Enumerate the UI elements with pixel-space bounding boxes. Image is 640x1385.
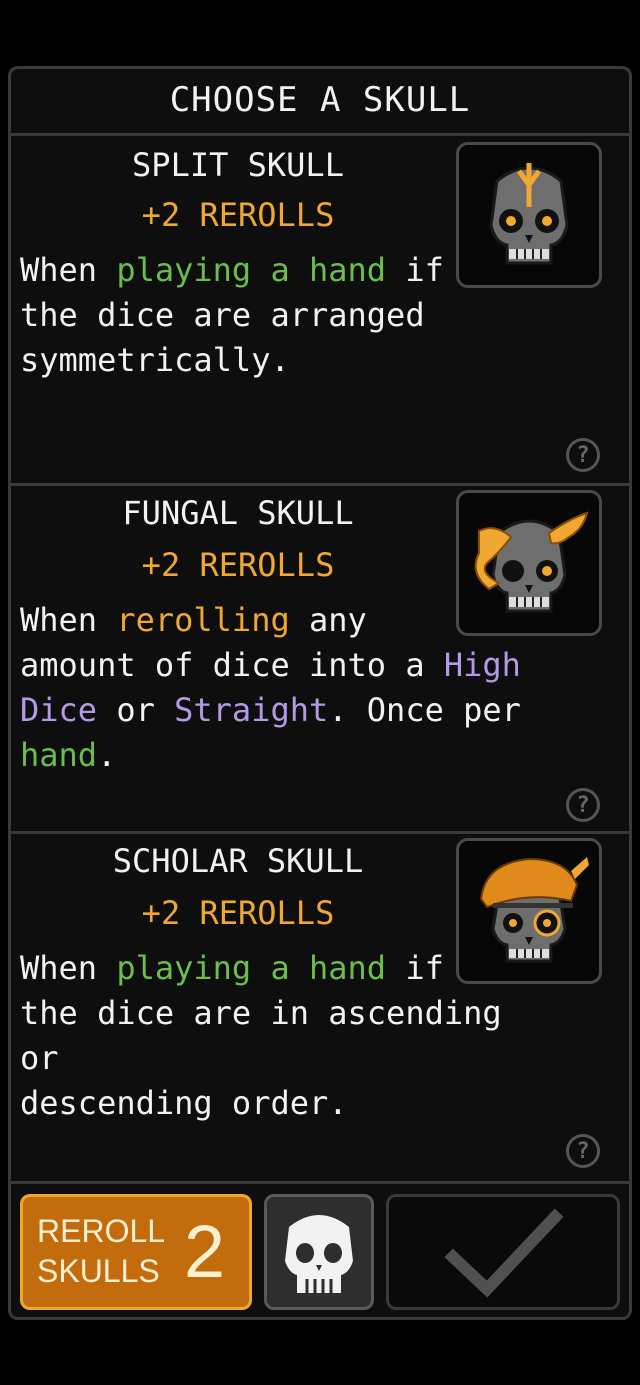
description-text: . (97, 736, 117, 774)
reroll-skulls-button[interactable]: REROLL SKULLS 2 (20, 1194, 252, 1310)
description-text: . Once per (328, 691, 521, 729)
action-bar: REROLL SKULLS 2 (8, 1184, 632, 1320)
skull-bonus: +2 REROLLS (141, 894, 335, 932)
description-text: When (20, 251, 117, 289)
help-icon[interactable]: ? (566, 788, 600, 822)
reroll-count: 2 (183, 1210, 225, 1293)
highlight-text: rerolling (116, 601, 290, 639)
checkmark-icon (444, 1208, 564, 1298)
description-text: or (97, 691, 175, 729)
description-text: When (20, 949, 117, 987)
skull-name: SCHOLAR SKULL (112, 842, 364, 880)
skull-card-scholar[interactable]: SCHOLAR SKULL +2 REROLLS When playing a … (8, 834, 632, 1184)
help-icon[interactable]: ? (566, 1134, 600, 1168)
split-skull-icon (456, 142, 602, 288)
description-text: When (20, 601, 117, 639)
panel-header: CHOOSE A SKULL (8, 66, 632, 136)
reroll-label: REROLL SKULLS (37, 1211, 165, 1291)
skull-card-fungal[interactable]: FUNGAL SKULL +2 REROLLS When rerolling a… (8, 486, 632, 834)
highlight-text: Straight (174, 691, 329, 729)
skull-button[interactable] (264, 1194, 374, 1310)
fungal-skull-icon (456, 490, 602, 636)
highlight-text: playing a hand (116, 251, 387, 289)
skull-bonus: +2 REROLLS (141, 546, 335, 584)
skull-name: SPLIT SKULL (132, 146, 344, 184)
page-title: CHOOSE A SKULL (169, 80, 471, 120)
reroll-label-line2: SKULLS (37, 1253, 160, 1289)
highlight-text: hand (20, 736, 98, 774)
skull-icon (285, 1215, 353, 1293)
scholar-skull-icon (456, 838, 602, 984)
help-icon[interactable]: ? (566, 438, 600, 472)
skull-name: FUNGAL SKULL (122, 494, 354, 532)
highlight-text: playing a hand (116, 949, 387, 987)
reroll-label-line1: REROLL (37, 1213, 166, 1249)
skull-card-split[interactable]: SPLIT SKULL +2 REROLLS When playing a ha… (8, 136, 632, 486)
skull-bonus: +2 REROLLS (141, 196, 335, 234)
confirm-button[interactable] (386, 1194, 620, 1310)
